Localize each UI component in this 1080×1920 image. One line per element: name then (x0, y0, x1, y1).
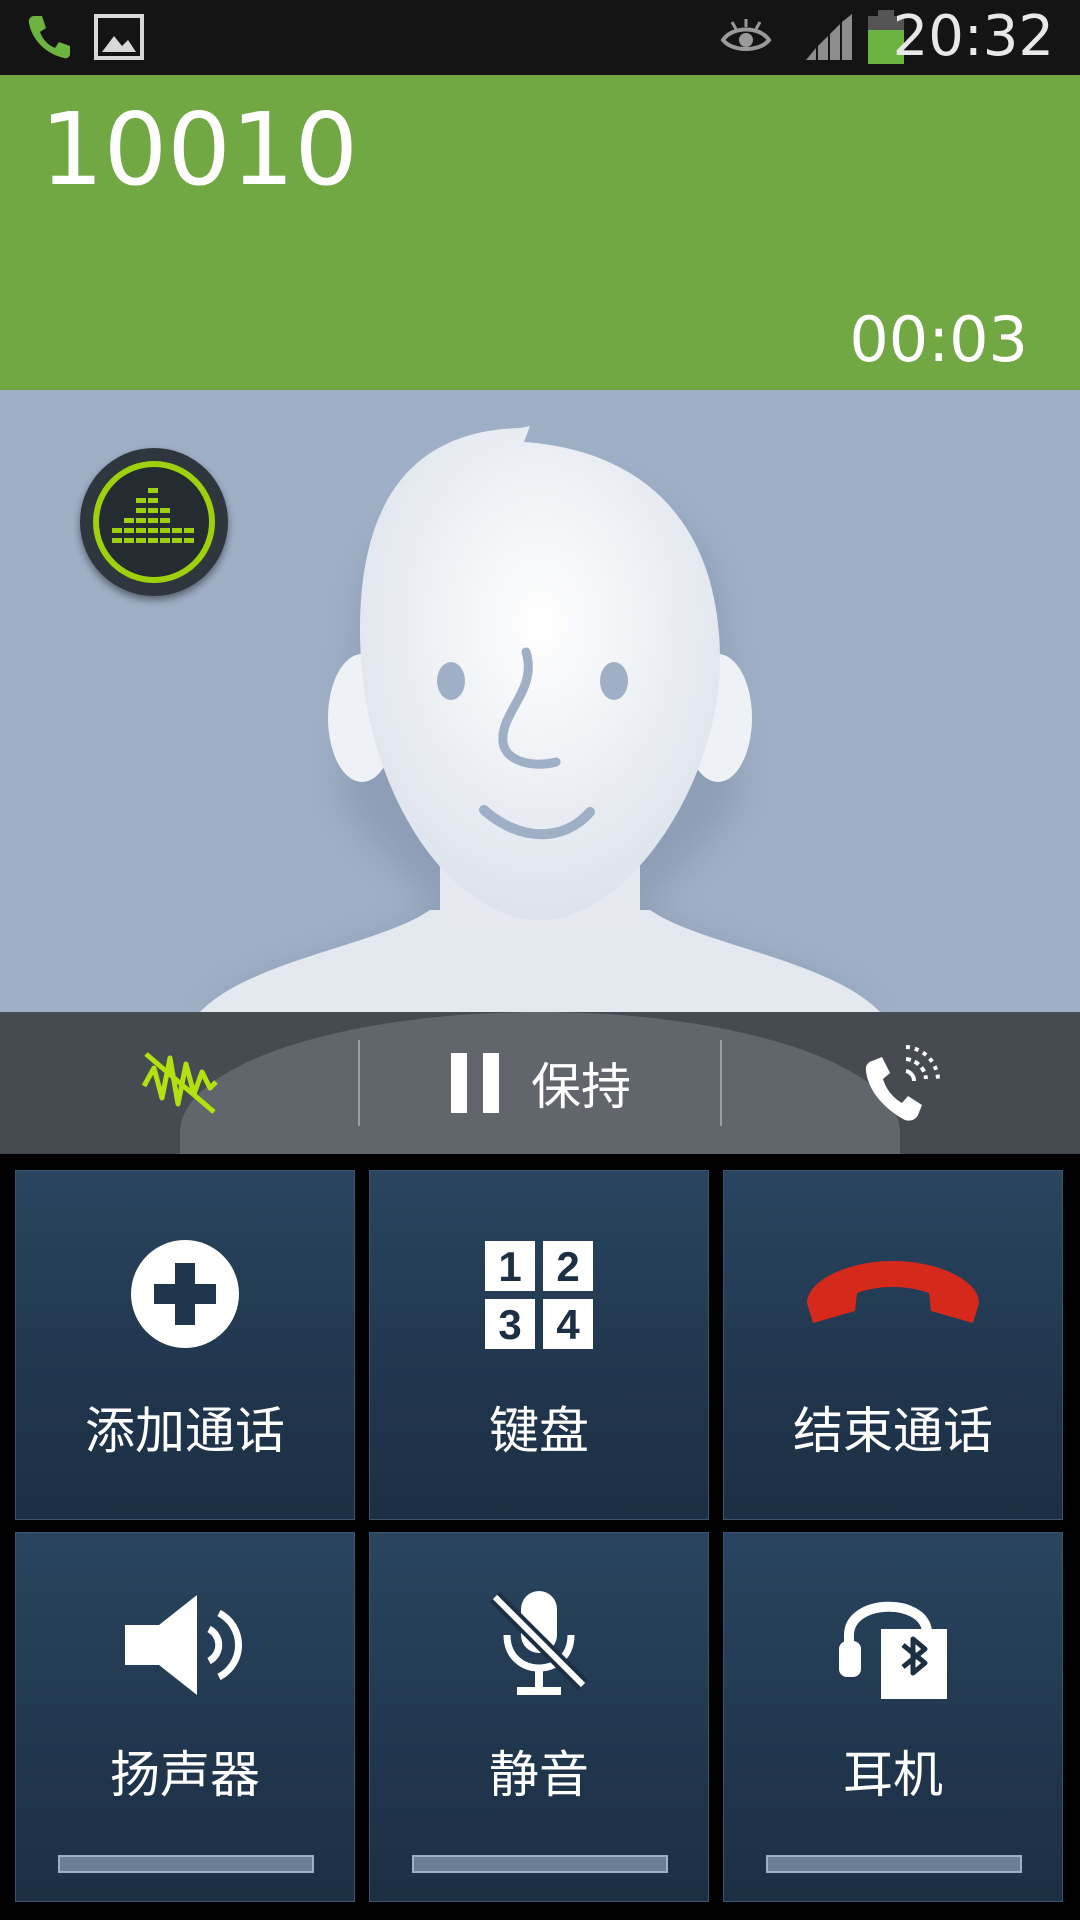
keypad-digit: 3 (498, 1301, 521, 1348)
keypad-digit: 1 (498, 1243, 521, 1290)
mute-button[interactable]: 静音 (369, 1532, 709, 1902)
call-wave-button[interactable] (780, 1012, 1020, 1154)
bluetooth-headset-button[interactable]: 耳机 (723, 1532, 1063, 1902)
add-call-label: 添加通话 (85, 1402, 285, 1460)
speaker-button[interactable]: 扬声器 (15, 1532, 355, 1902)
call-wave-icon (865, 1045, 940, 1121)
call-controls-grid: 添加通话 1 2 3 4 键盘 结束通话 扬声器 静音 耳机 (0, 1154, 1080, 1920)
sound-balance-button[interactable] (80, 448, 228, 596)
in-call-action-bar: 保持 (0, 1012, 1080, 1154)
mute-state-indicator (412, 1855, 668, 1873)
speaker-icon (125, 1595, 242, 1695)
bluetooth-headset-icon (839, 1601, 947, 1699)
signal-icon (806, 14, 852, 60)
call-timer: 00:03 (849, 303, 1028, 376)
keypad-digit: 4 (556, 1301, 580, 1348)
clock: 20:32 (892, 4, 1054, 69)
smart-stay-eye-icon (720, 19, 772, 51)
caller-number: 10010 (40, 91, 359, 208)
keypad-icon: 1 2 3 4 (485, 1241, 593, 1349)
end-call-button[interactable]: 结束通话 (723, 1170, 1063, 1520)
keypad-digit: 2 (556, 1243, 579, 1290)
contact-photo-area (0, 390, 1080, 1012)
keypad-label: 键盘 (489, 1402, 589, 1460)
phone-call-icon (28, 16, 70, 59)
add-call-icon (131, 1240, 239, 1348)
noise-reduction-icon (141, 1052, 218, 1114)
mute-label: 静音 (489, 1746, 589, 1804)
end-call-label: 结束通话 (793, 1402, 993, 1460)
hold-button[interactable]: 保持 (360, 1012, 720, 1154)
hold-label: 保持 (531, 1058, 631, 1116)
keypad-button[interactable]: 1 2 3 4 键盘 (369, 1170, 709, 1520)
headset-state-indicator (766, 1855, 1022, 1873)
headset-label: 耳机 (843, 1746, 943, 1804)
end-call-icon (807, 1261, 979, 1323)
speaker-label: 扬声器 (110, 1746, 260, 1804)
noise-reduction-button[interactable] (60, 1012, 300, 1154)
add-call-button[interactable]: 添加通话 (15, 1170, 355, 1520)
call-header: 10010 00:03 (0, 75, 1080, 390)
gallery-icon (94, 14, 144, 60)
speaker-state-indicator (58, 1855, 314, 1873)
mute-icon (490, 1591, 588, 1695)
pause-icon (451, 1053, 499, 1113)
status-bar: 20:32 (0, 0, 1080, 75)
equalizer-icon (93, 461, 215, 583)
